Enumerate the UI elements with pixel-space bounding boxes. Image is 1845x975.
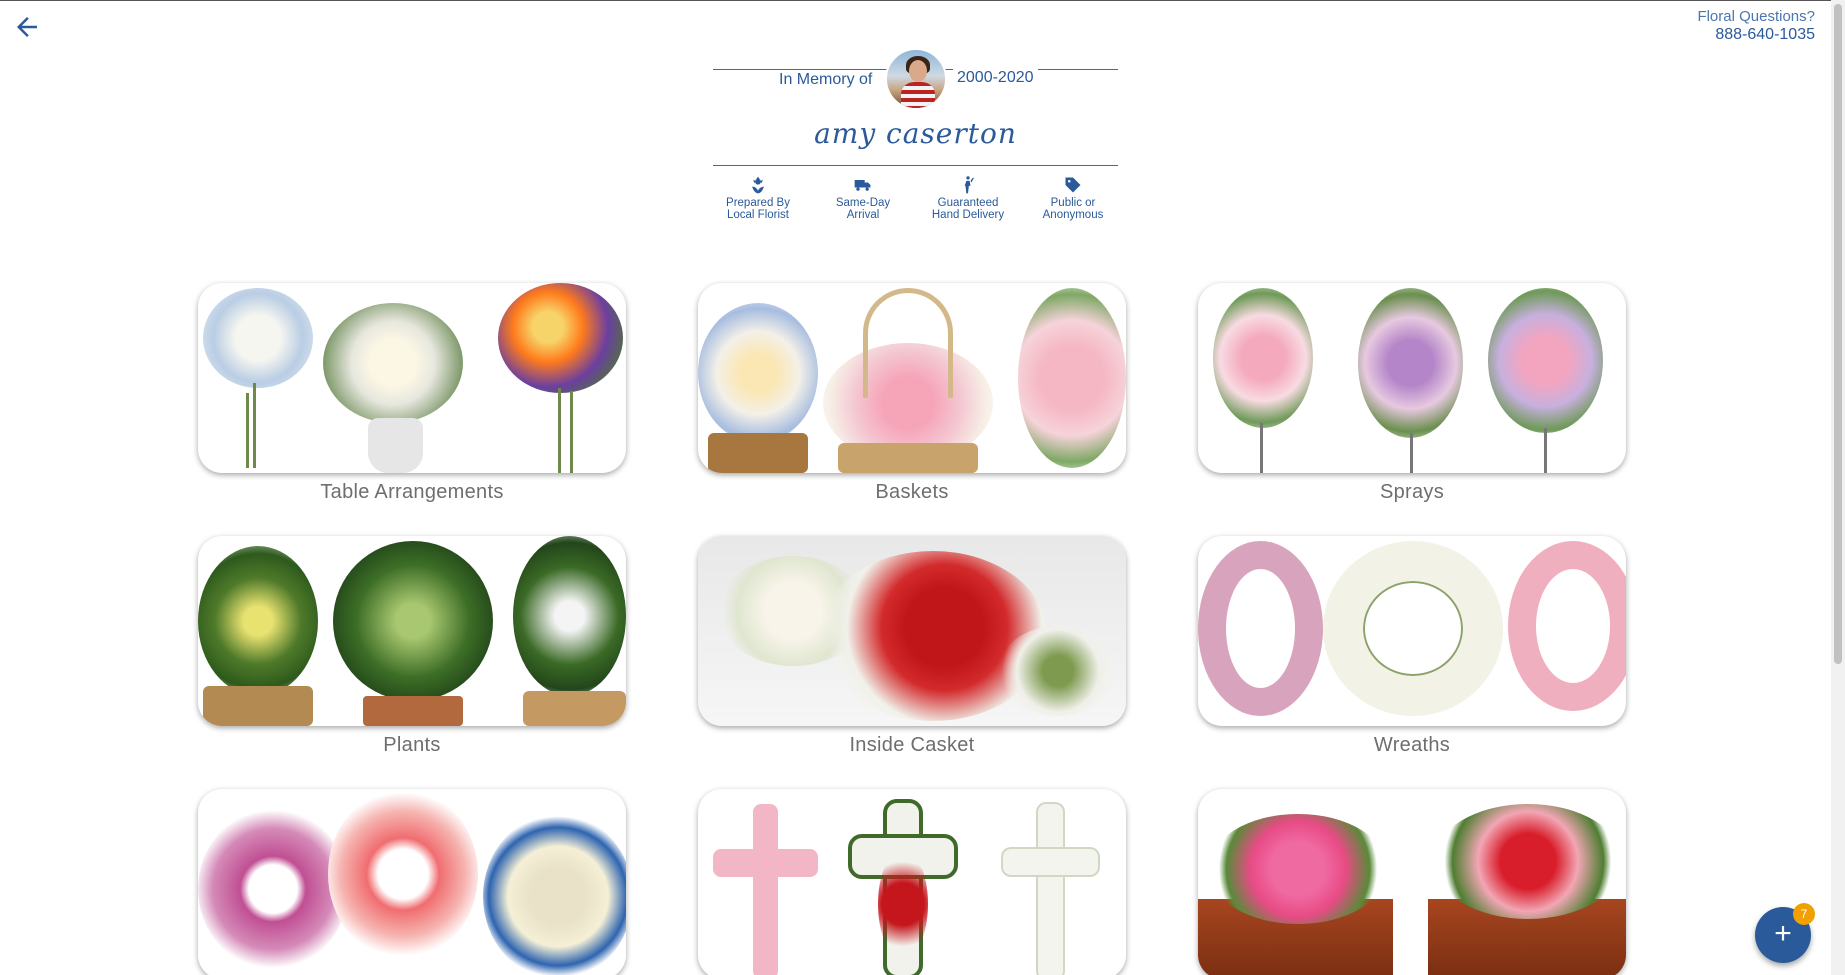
category-image [198, 789, 626, 975]
feature-line2: Anonymous [1042, 209, 1104, 221]
category-label: Sprays [1379, 481, 1445, 503]
feature-line2: Arrival [846, 209, 880, 221]
category-image [1198, 283, 1626, 473]
in-memory-label: In Memory of [775, 71, 877, 89]
scrollbar[interactable] [1831, 0, 1845, 975]
scrollbar-thumb[interactable] [1834, 4, 1842, 664]
arrow-left-icon [17, 17, 37, 37]
feature-hand-delivery: Guaranteed Hand Delivery [923, 173, 1013, 221]
category-plants[interactable]: Plants [198, 536, 626, 757]
category-inside-casket[interactable]: Inside Casket [698, 536, 1126, 757]
feature-anonymous: Public or Anonymous [1028, 173, 1118, 221]
category-wreaths[interactable]: Wreaths [1198, 536, 1626, 757]
category-image [698, 536, 1126, 726]
category-sprays[interactable]: Sprays [1198, 283, 1626, 504]
category-label: Baskets [875, 481, 949, 503]
memorial-header: In Memory of 2000-2020 amy caserton Prep… [713, 45, 1118, 230]
feature-same-day: Same-Day Arrival [818, 173, 908, 221]
category-label: Wreaths [1373, 734, 1451, 756]
delivery-person-icon [923, 173, 1013, 195]
feature-line1: Same-Day [835, 197, 891, 209]
category-image [1198, 536, 1626, 726]
floral-questions[interactable]: Floral Questions? 888-640-1035 [1697, 8, 1815, 44]
feature-line1: Public or [1050, 197, 1096, 209]
back-button[interactable] [12, 12, 42, 42]
divider-bottom [713, 165, 1118, 166]
feature-line2: Local Florist [727, 209, 789, 221]
category-image [698, 283, 1126, 473]
category-label: Inside Casket [849, 734, 975, 756]
category-label: Plants [383, 734, 441, 756]
tag-icon [1028, 173, 1118, 195]
category-image [198, 283, 626, 473]
category-crosses[interactable] [698, 789, 1126, 975]
florist-icon [713, 173, 803, 195]
feature-line1: Guaranteed [937, 197, 999, 209]
feature-line2: Hand Delivery [931, 209, 1005, 221]
floral-questions-label: Floral Questions? [1697, 8, 1815, 25]
phone-number[interactable]: 888-640-1035 [1697, 26, 1815, 44]
feature-local-florist: Prepared By Local Florist [713, 173, 803, 221]
category-casket-sprays[interactable] [1198, 789, 1626, 975]
category-hearts[interactable] [198, 789, 626, 975]
deceased-name: amy caserton [814, 117, 1017, 150]
category-table-arrangements[interactable]: Table Arrangements [198, 283, 626, 504]
category-baskets[interactable]: Baskets [698, 283, 1126, 504]
avatar [885, 48, 947, 110]
top-border [0, 0, 1845, 1]
category-label: Table Arrangements [320, 481, 504, 503]
add-to-cart-button[interactable]: + 7 [1755, 903, 1815, 963]
category-image [1198, 789, 1626, 975]
feature-list: Prepared By Local Florist Same-Day Arriv… [713, 173, 1118, 221]
feature-line1: Prepared By [726, 197, 790, 209]
memorial-years: 2000-2020 [953, 69, 1038, 87]
cart-count-badge: 7 [1793, 903, 1815, 925]
category-image [698, 789, 1126, 975]
truck-icon [818, 173, 908, 195]
category-image [198, 536, 626, 726]
